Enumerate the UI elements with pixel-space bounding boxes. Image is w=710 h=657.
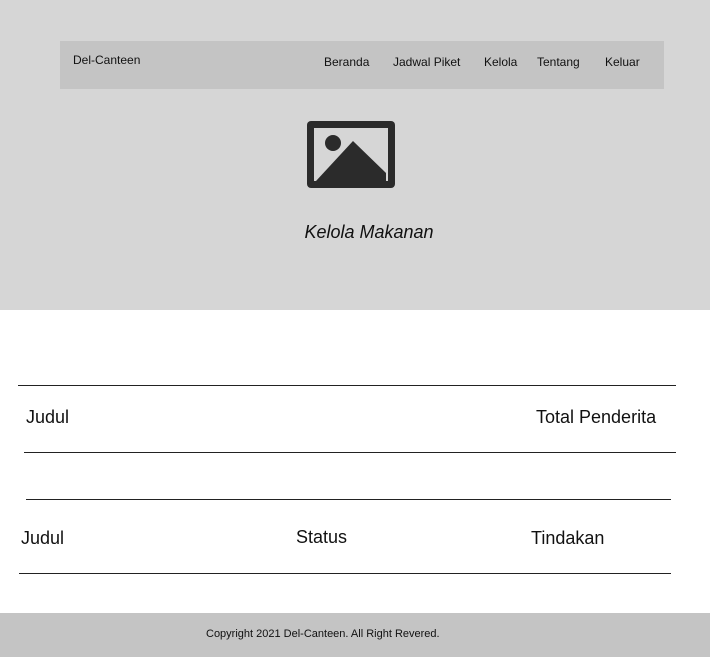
nav-tentang[interactable]: Tentang [537,55,580,69]
table1-top-divider [18,385,676,386]
table2-header-status: Status [296,527,348,547]
nav-kelola[interactable]: Kelola [484,55,517,69]
image-placeholder-icon [307,121,395,188]
copyright-text: Copyright 2021 Del-Canteen. All Right Re… [206,628,440,640]
page: Del-Canteen Beranda Jadwal Piket Kelola … [0,0,710,657]
table2-header-judul: Judul [21,528,65,548]
nav-keluar[interactable]: Keluar [605,55,640,69]
footer: Copyright 2021 Del-Canteen. All Right Re… [0,613,710,657]
hero-section: Del-Canteen Beranda Jadwal Piket Kelola … [0,0,710,310]
table1-header-total-penderita: Total Penderita [536,407,657,427]
nav-jadwal-piket[interactable]: Jadwal Piket [393,55,460,69]
table2-top-divider [26,499,671,500]
table1-bottom-divider [24,452,676,453]
nav-beranda[interactable]: Beranda [324,55,369,69]
table2-header-tindakan: Tindakan [531,528,605,548]
brand-name[interactable]: Del-Canteen [73,53,140,67]
table2-bottom-divider [19,573,671,574]
page-title: Kelola Makanan [304,222,434,242]
table1-header-judul: Judul [26,407,70,427]
navbar: Del-Canteen Beranda Jadwal Piket Kelola … [60,41,664,89]
